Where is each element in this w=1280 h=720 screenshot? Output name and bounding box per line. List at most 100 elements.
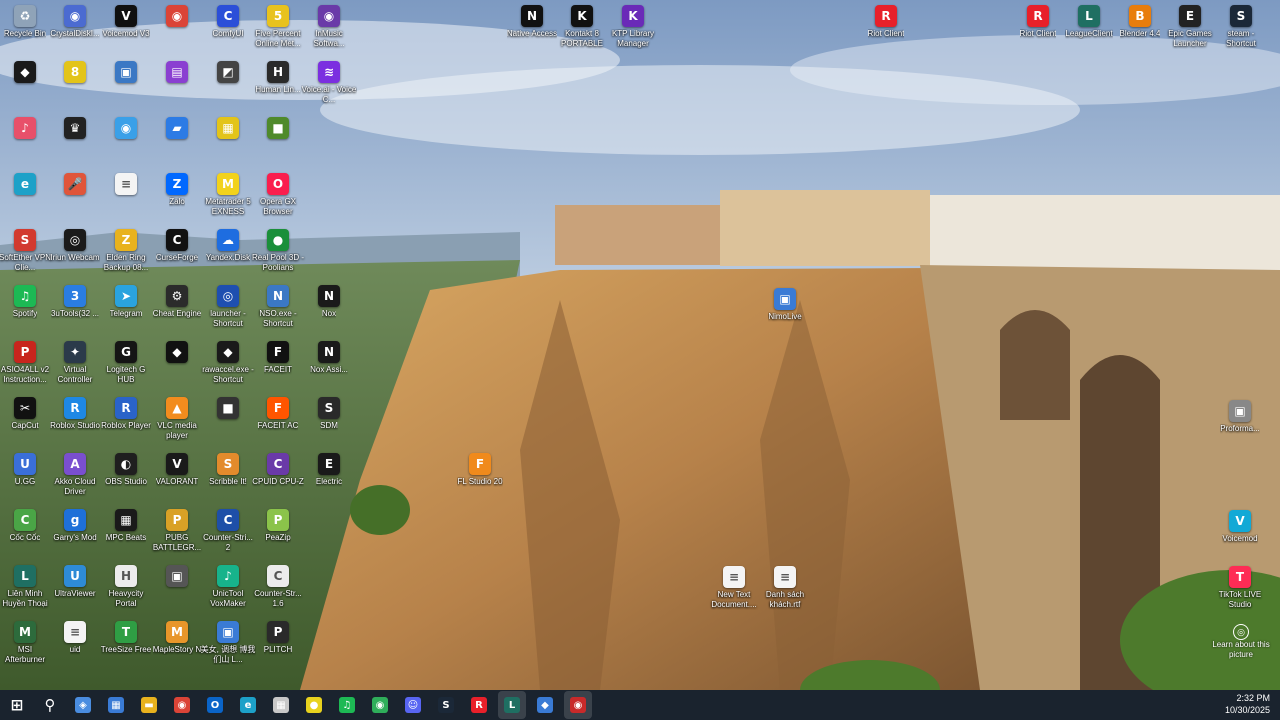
desktop-shortcut[interactable]: C ComfyUI	[200, 5, 256, 39]
desktop-shortcut[interactable]: ▲ VLC media player	[149, 397, 205, 441]
desktop-shortcut[interactable]: C CPUID CPU-Z	[250, 453, 306, 487]
desktop-shortcut[interactable]: ▣	[98, 61, 154, 85]
desktop-shortcut[interactable]: B Blender 4.4	[1112, 5, 1168, 39]
desktop-shortcut[interactable]: 5 Five Percent Online Met...	[250, 5, 306, 49]
desktop-shortcut[interactable]: F FL Studio 20	[452, 453, 508, 487]
desktop-shortcut[interactable]: ◆ rawaccel.exe - Shortcut	[200, 341, 256, 385]
desktop-shortcut[interactable]: ♪ UnicTool VoxMaker	[200, 565, 256, 609]
desktop-shortcut[interactable]: ♻ Recycle Bin	[0, 5, 53, 39]
desktop-shortcut[interactable]: ◐ OBS Studio	[98, 453, 154, 487]
desktop-shortcut[interactable]: O Opera GX Browser	[250, 173, 306, 217]
desktop-shortcut[interactable]: N NSO.exe - Shortcut	[250, 285, 306, 329]
desktop-shortcut[interactable]: ▦ MPC Beats	[98, 509, 154, 543]
desktop-shortcut[interactable]: V VALORANT	[149, 453, 205, 487]
desktop-shortcut[interactable]: T TreeSize Free	[98, 621, 154, 655]
desktop-shortcut[interactable]: N Nox	[301, 285, 357, 319]
desktop-shortcut[interactable]: M Metatrader 5 EXNESS	[200, 173, 256, 217]
desktop-shortcut[interactable]: ≡ uid	[47, 621, 103, 655]
desktop-shortcut[interactable]: K Kontakt 8 PORTABLE	[554, 5, 610, 49]
app-button[interactable]: ◆	[531, 691, 559, 719]
desktop-shortcut[interactable]: M MapleStory N	[149, 621, 205, 655]
desktop-shortcut[interactable]: G Logitech G HUB	[98, 341, 154, 385]
discord-button[interactable]: ☺	[399, 691, 427, 719]
desktop-shortcut[interactable]: ▤	[149, 61, 205, 85]
desktop-shortcut[interactable]: N Native Access	[504, 5, 560, 39]
desktop-shortcut[interactable]: R Riot Client	[858, 5, 914, 39]
desktop-shortcut[interactable]: ▣ 美女, 调想 博我们山 L...	[200, 621, 256, 665]
start-button[interactable]: ⊞	[3, 691, 31, 719]
desktop-shortcut[interactable]	[301, 117, 357, 141]
search-button[interactable]: ⚲	[36, 691, 64, 719]
desktop-shortcut[interactable]: V Voicemod V3	[98, 5, 154, 39]
desktop-shortcut[interactable]: C Counter-Str... 1.6	[250, 565, 306, 609]
desktop-shortcut[interactable]: R Roblox Studio	[47, 397, 103, 431]
outlook-button[interactable]: O	[201, 691, 229, 719]
desktop-shortcut[interactable]: 🎤	[47, 173, 103, 197]
desktop-shortcut[interactable]: R Roblox Player	[98, 397, 154, 431]
desktop-shortcut[interactable]: M MSI Afterburner	[0, 621, 53, 665]
desktop-shortcut[interactable]: ▣ NimoLive	[757, 288, 813, 322]
learn-about-picture[interactable]: ◎ Learn about this picture	[1212, 624, 1270, 660]
desktop-shortcut[interactable]: ≡ Danh sách khách.rtf	[757, 566, 813, 610]
desktop-shortcut[interactable]: ≡ New Text Document....	[706, 566, 762, 610]
desktop-shortcut[interactable]: V Voicemod	[1212, 510, 1268, 544]
desktop-shortcut[interactable]: ☁ Yandex.Disk	[200, 229, 256, 263]
desktop-shortcut[interactable]	[301, 229, 357, 253]
desktop-shortcut[interactable]: Ssteam - Shortcut	[1213, 5, 1269, 49]
desktop-shortcut[interactable]: U UltraViewer	[47, 565, 103, 599]
desktop-shortcut[interactable]: g Garry's Mod	[47, 509, 103, 543]
steam-button[interactable]: S	[432, 691, 460, 719]
riot-button[interactable]: R	[465, 691, 493, 719]
desktop-shortcut[interactable]: ◎ launcher - Shortcut	[200, 285, 256, 329]
desktop-shortcut[interactable]: T TikTok LIVE Studio	[1212, 566, 1268, 610]
desktop-shortcut[interactable]: ◉ InMusic Softwa...	[301, 5, 357, 49]
desktop-shortcut[interactable]: E Electric	[301, 453, 357, 487]
desktop-shortcut[interactable]: L LeagueClient	[1061, 5, 1117, 39]
chrome-button[interactable]: ◉	[168, 691, 196, 719]
explorer-button[interactable]: ▬	[135, 691, 163, 719]
desktop-shortcut[interactable]: L Liên Minh Huyền Thoại	[0, 565, 53, 609]
desktop-shortcut[interactable]: ◆	[149, 341, 205, 365]
desktop-shortcut[interactable]: ▣	[149, 565, 205, 589]
store-button[interactable]: ▦	[102, 691, 130, 719]
desktop-shortcut[interactable]: e	[0, 173, 53, 197]
desktop-shortcut[interactable]: ▰	[149, 117, 205, 141]
desktop-shortcut[interactable]: ➤ Telegram	[98, 285, 154, 319]
desktop-shortcut[interactable]: ▣ Proforma...	[1212, 400, 1268, 434]
desktop-shortcut[interactable]: ■	[250, 117, 306, 141]
desktop-shortcut[interactable]: ◉ CrystalDiskI...	[47, 5, 103, 39]
desktop-shortcut[interactable]: ✂ CapCut	[0, 397, 53, 431]
desktop-shortcut[interactable]: P ASIO4ALL v2 Instruction...	[0, 341, 53, 385]
desktop-shortcut[interactable]: ⚙ Cheat Engine	[149, 285, 205, 319]
desktop-shortcut[interactable]	[301, 173, 357, 197]
desktop-shortcut[interactable]: ≡	[98, 173, 154, 197]
desktop-shortcut[interactable]: S Scribble It!	[200, 453, 256, 487]
desktop-shortcut[interactable]: ◉	[149, 5, 205, 29]
app-button[interactable]: ▦	[267, 691, 295, 719]
app-button[interactable]: ◉	[564, 691, 592, 719]
desktop-shortcut[interactable]: 8	[47, 61, 103, 85]
desktop-shortcut[interactable]: ◆	[0, 61, 53, 85]
desktop-shortcut[interactable]: F FACEIT	[250, 341, 306, 375]
edge-button[interactable]: e	[234, 691, 262, 719]
desktop-shortcut[interactable]: C Cốc Cốc	[0, 509, 53, 543]
desktop-shortcut[interactable]: H Heavycity Portal	[98, 565, 154, 609]
desktop-shortcut[interactable]: F FACEIT AC	[250, 397, 306, 431]
desktop-shortcut[interactable]: S SDM	[301, 397, 357, 431]
desktop-shortcut[interactable]: ♪	[0, 117, 53, 141]
desktop-shortcut[interactable]: ♛	[47, 117, 103, 141]
desktop-shortcut[interactable]: ■	[200, 397, 256, 421]
desktop-shortcut[interactable]: Z Zalo	[149, 173, 205, 207]
desktop-shortcut[interactable]: ▦	[200, 117, 256, 141]
desktop-shortcut[interactable]: U U.GG	[0, 453, 53, 487]
desktop-shortcut[interactable]: N Nox Assi...	[301, 341, 357, 375]
desktop-shortcut[interactable]: ♫ Spotify	[0, 285, 53, 319]
desktop-shortcut[interactable]: ≋ Voice.ai - Voice C...	[301, 61, 357, 105]
desktop-shortcut[interactable]: K KTP Library Manager	[605, 5, 661, 49]
spotify-button[interactable]: ♫	[333, 691, 361, 719]
system-tray-clock[interactable]: 2:32 PM 10/30/2025	[1225, 692, 1270, 716]
desktop-shortcut[interactable]: H Human Lin...	[250, 61, 306, 95]
desktop-shortcut[interactable]: P PeaZip	[250, 509, 306, 543]
desktop-shortcut[interactable]: S SoftEther VPN Clie...	[0, 229, 53, 273]
desktop-shortcut[interactable]: C CurseForge	[149, 229, 205, 263]
